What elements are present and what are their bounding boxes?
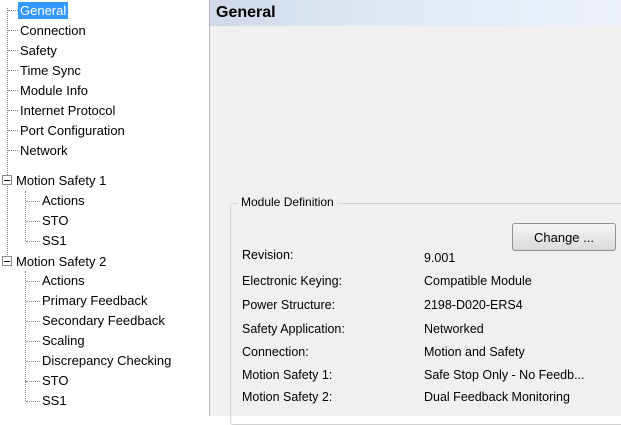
field-label: Power Structure: xyxy=(242,298,336,312)
tree-item-safety[interactable]: Safety xyxy=(18,41,59,61)
tree-item-label: Actions xyxy=(42,273,85,288)
tree-item-label: Connection xyxy=(20,23,86,38)
tree-item-label: STO xyxy=(42,373,69,388)
tree-item-label: General xyxy=(18,2,69,19)
category-tree[interactable]: General Connection Safety Time Sync Modu… xyxy=(0,0,210,416)
tree-item-label: Module Info xyxy=(20,83,88,98)
page-title: General xyxy=(216,4,276,21)
tree-item-label: SS1 xyxy=(42,233,67,248)
tree-item-label: Scaling xyxy=(42,333,85,348)
tree-item-label: SS1 xyxy=(42,393,67,408)
tree-item-ms1-sto[interactable]: STO xyxy=(40,211,71,231)
field-value: Dual Feedback Monitoring xyxy=(424,390,570,404)
tree-item-primary-feedback[interactable]: Primary Feedback xyxy=(40,291,149,311)
tree-item-ms2-ss1[interactable]: SS1 xyxy=(40,391,69,411)
collapse-icon[interactable] xyxy=(2,256,12,266)
field-value: Compatible Module xyxy=(424,274,532,288)
tree-item-port-configuration[interactable]: Port Configuration xyxy=(18,121,127,141)
tree-item-secondary-feedback[interactable]: Secondary Feedback xyxy=(40,311,167,331)
tree-item-time-sync[interactable]: Time Sync xyxy=(18,61,83,81)
field-label: Connection: xyxy=(242,345,309,359)
collapse-icon[interactable] xyxy=(2,175,12,185)
tree-item-label: Port Configuration xyxy=(20,123,125,138)
field-value: Networked xyxy=(424,322,484,336)
tree-line xyxy=(25,271,26,381)
tree-item-ms2-sto[interactable]: STO xyxy=(40,371,71,391)
tree-item-label: Network xyxy=(20,143,68,158)
tree-item-module-info[interactable]: Module Info xyxy=(18,81,90,101)
tree-line xyxy=(25,191,26,241)
field-value: Safe Stop Only - No Feedb... xyxy=(424,368,585,382)
field-value: Motion and Safety xyxy=(424,345,525,359)
tree-item-label: Internet Protocol xyxy=(20,103,116,118)
group-title: Module Definition xyxy=(238,195,337,209)
tree-item-general[interactable]: General xyxy=(18,1,69,21)
tree-item-scaling[interactable]: Scaling xyxy=(40,331,87,351)
tree-item-label: Secondary Feedback xyxy=(42,313,165,328)
tree-item-ms2-actions[interactable]: Actions xyxy=(40,271,87,291)
field-value: 2198-D020-ERS4 xyxy=(424,298,523,312)
change-button[interactable]: Change ... xyxy=(512,223,616,251)
field-value: 9.001 xyxy=(424,251,456,265)
tree-item-label: Discrepancy Checking xyxy=(42,353,172,368)
tree-item-discrepancy-checking[interactable]: Discrepancy Checking xyxy=(40,351,173,371)
tree-item-motion-safety-2[interactable]: Motion Safety 2 xyxy=(14,252,108,272)
tree-item-ms1-ss1[interactable]: SS1 xyxy=(40,231,69,251)
page-header: General xyxy=(210,0,621,26)
tree-item-label: STO xyxy=(42,213,69,228)
field-label: Safety Application: xyxy=(242,322,345,336)
field-label: Motion Safety 1: xyxy=(242,368,333,382)
tree-line xyxy=(7,8,8,261)
tree-item-network[interactable]: Network xyxy=(18,141,70,161)
tree-item-label: Primary Feedback xyxy=(42,293,148,308)
tree-item-label: Actions xyxy=(42,193,85,208)
field-label: Revision: xyxy=(242,248,294,262)
tree-item-label: Time Sync xyxy=(20,63,81,78)
tree-item-connection[interactable]: Connection xyxy=(18,21,88,41)
tree-item-ms1-actions[interactable]: Actions xyxy=(40,191,87,211)
tree-item-motion-safety-1[interactable]: Motion Safety 1 xyxy=(14,171,108,191)
tree-item-internet-protocol[interactable]: Internet Protocol xyxy=(18,101,117,121)
general-page: General Module Definition Change ... Rev… xyxy=(210,0,621,425)
field-label: Motion Safety 2: xyxy=(242,390,333,404)
tree-item-label: Motion Safety 1 xyxy=(16,173,107,188)
field-label: Electronic Keying: xyxy=(242,274,343,288)
tree-item-label: Motion Safety 2 xyxy=(16,254,107,269)
tree-item-label: Safety xyxy=(20,43,57,58)
